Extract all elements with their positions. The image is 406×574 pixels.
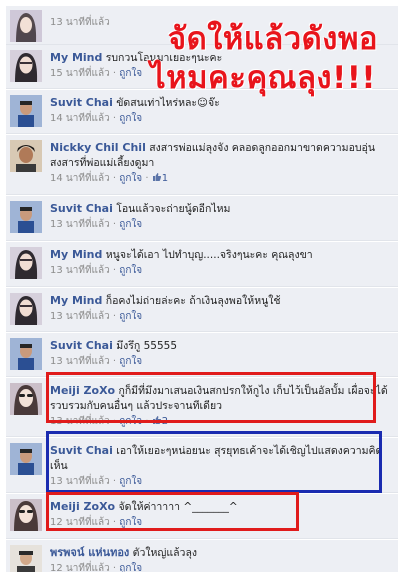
like-link[interactable]: ถูกใจ (119, 311, 142, 322)
comment-timestamp[interactable]: 13 นาทีที่แล้ว (50, 219, 110, 230)
comment-feed: 13 นาทีที่แล้ว My Mind รบกวนโอนมาเยอะๆนะ… (6, 6, 398, 572)
avatar[interactable] (10, 140, 42, 172)
comment-timestamp[interactable]: 13 นาทีที่แล้ว (50, 17, 110, 28)
comment-timestamp[interactable]: 12 นาทีที่แล้ว (50, 517, 110, 528)
overlay-caption-line2: ไหมคะคุณลุง!!! (150, 60, 376, 96)
comment-item: พรพจน์ แห่นทอง ตัวใหญ่แล้วลุง 12 นาทีที่… (6, 540, 398, 572)
comment-text: หนูจะได้เอา ไปทำบุญ.....จริงๆนะคะ คุณลุง… (105, 249, 313, 261)
comment-author[interactable]: พรพจน์ แห่นทอง (50, 546, 129, 559)
like-link[interactable]: ถูกใจ (119, 563, 142, 572)
like-link[interactable]: ถูกใจ (119, 517, 142, 528)
comment-item: Meiji ZoXo กูก็มีที่มึงมาเสนอเงินสกปรกให… (6, 378, 398, 437)
comment-item: Nickky Chil Chil สงสารพ่อแม่ลุงจัง คลอดล… (6, 135, 398, 195)
comment-author[interactable]: Suvit Chai (50, 96, 113, 109)
comment-text: ก็อคงไม่ถ่ายล่ะคะ ถ้าเงินลุงพอให้หนูใช้ (105, 295, 281, 307)
like-link[interactable]: ถูกใจ (119, 173, 142, 184)
avatar[interactable] (10, 247, 42, 279)
comment-author[interactable]: Meiji ZoXo (50, 384, 115, 397)
avatar[interactable] (10, 293, 42, 325)
comment-text: ขัดสนเท่าไหร่หละ☺จ๊ะ (116, 97, 220, 109)
like-link[interactable]: ถูกใจ (119, 265, 142, 276)
comment-author[interactable]: Suvit Chai (50, 202, 113, 215)
avatar[interactable] (10, 383, 42, 415)
overlay-caption-line1: จัดให้แล้วดังพอ (167, 21, 378, 57)
avatar[interactable] (10, 545, 42, 572)
thumbs-up-icon (152, 415, 162, 430)
avatar[interactable] (10, 10, 42, 42)
like-link[interactable]: ถูกใจ (119, 356, 142, 367)
comment-timestamp[interactable]: 13 นาทีที่แล้ว (50, 416, 110, 427)
avatar[interactable] (10, 201, 42, 233)
comment-author[interactable]: Suvit Chai (50, 444, 113, 457)
comment-item: Meiji ZoXo จัดให้ค่าาาาา ^_______^ 12 นา… (6, 494, 398, 539)
like-link[interactable]: ถูกใจ (119, 476, 142, 487)
like-link[interactable]: ถูกใจ (119, 68, 142, 79)
thumbs-up-icon (152, 172, 162, 187)
comment-author[interactable]: Nickky Chil Chil (50, 141, 146, 154)
like-link[interactable]: ถูกใจ (119, 113, 142, 124)
comment-author[interactable]: My Mind (50, 51, 102, 64)
comment-item: My Mind ก็อคงไม่ถ่ายล่ะคะ ถ้าเงินลุงพอให… (6, 288, 398, 332)
comment-author[interactable]: My Mind (50, 294, 102, 307)
comment-timestamp[interactable]: 13 นาทีที่แล้ว (50, 476, 110, 487)
comment-author[interactable]: Suvit Chai (50, 339, 113, 352)
comment-text: ตัวใหญ่แล้วลุง (132, 547, 198, 559)
comment-timestamp[interactable]: 12 นาทีที่แล้ว (50, 563, 110, 572)
comment-timestamp[interactable]: 14 นาทีที่แล้ว (50, 113, 110, 124)
comment-item: Suvit Chai ขัดสนเท่าไหร่หละ☺จ๊ะ 14 นาทีท… (6, 90, 398, 134)
comment-timestamp[interactable]: 13 นาทีที่แล้ว (50, 356, 110, 367)
comment-text: จัดให้ค่าาาาา ^_______^ (118, 501, 238, 513)
avatar[interactable] (10, 338, 42, 370)
like-count[interactable]: 1 (162, 173, 168, 184)
comment-item: Suvit Chai เอาให้เยอะๆหน่อยนะ สุรยุทธเค้… (6, 438, 398, 493)
comment-item: Suvit Chai มึงรึกู 55555 13 นาทีที่แล้ว … (6, 333, 398, 377)
comment-timestamp[interactable]: 13 นาทีที่แล้ว (50, 265, 110, 276)
comment-item: My Mind หนูจะได้เอา ไปทำบุญ.....จริงๆนะค… (6, 242, 398, 287)
avatar[interactable] (10, 95, 42, 127)
avatar[interactable] (10, 50, 42, 82)
like-link[interactable]: ถูกใจ (119, 416, 142, 427)
comment-author[interactable]: My Mind (50, 248, 102, 261)
comment-text: มึงรึกู 55555 (116, 340, 178, 352)
comment-timestamp[interactable]: 13 นาทีที่แล้ว (50, 311, 110, 322)
comment-item: Suvit Chai โอนแล้วจะถ่ายนู้ดอีกไหม 13 นา… (6, 196, 398, 241)
avatar[interactable] (10, 499, 42, 531)
comment-text: โอนแล้วจะถ่ายนู้ดอีกไหม (116, 203, 231, 215)
like-link[interactable]: ถูกใจ (119, 219, 142, 230)
like-count[interactable]: 2 (162, 416, 168, 427)
comment-timestamp[interactable]: 15 นาทีที่แล้ว (50, 68, 110, 79)
avatar[interactable] (10, 443, 42, 475)
comment-timestamp[interactable]: 14 นาทีที่แล้ว (50, 173, 110, 184)
comment-author[interactable]: Meiji ZoXo (50, 500, 115, 513)
